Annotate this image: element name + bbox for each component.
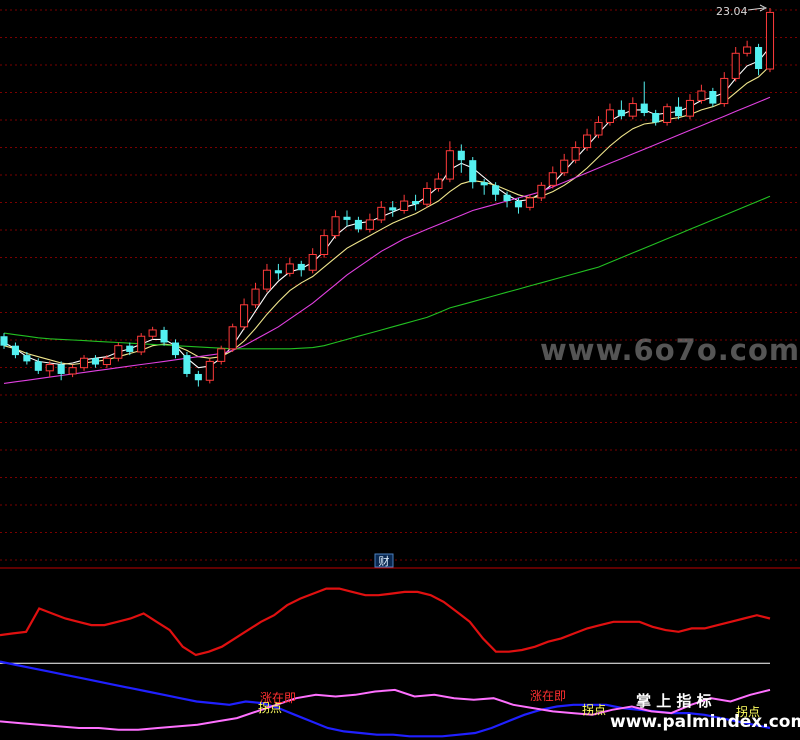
divider-badge-label: 财 bbox=[379, 554, 390, 568]
candle-body-down bbox=[389, 207, 397, 211]
candle-body-up bbox=[628, 103, 637, 117]
candle-body-down bbox=[640, 103, 648, 114]
candle-body-up bbox=[79, 357, 89, 369]
candle-body-up bbox=[685, 99, 695, 117]
candle-body-down bbox=[412, 201, 420, 205]
watermark-main: www.6o7o.com bbox=[540, 333, 800, 367]
candle-body-up bbox=[217, 348, 226, 362]
candle-body-down bbox=[343, 216, 351, 220]
candle-body-down bbox=[274, 270, 282, 274]
candle-body-up bbox=[525, 197, 534, 208]
candle-body-up bbox=[548, 172, 557, 186]
candle-body-up bbox=[240, 304, 249, 328]
ma-line bbox=[3, 195, 771, 350]
candle-body-up bbox=[102, 357, 111, 366]
indicator-label: 拐点 bbox=[258, 700, 282, 715]
candle-body-down bbox=[457, 150, 465, 161]
indicator-label: 涨在即 bbox=[530, 688, 566, 703]
candle-body-up bbox=[68, 367, 77, 375]
candle-body-down bbox=[0, 336, 8, 346]
candle-body-up bbox=[308, 253, 317, 271]
grid-lines bbox=[0, 9, 800, 561]
candle-body-down bbox=[469, 160, 477, 183]
candle-body-up bbox=[560, 159, 569, 174]
candle-body-up bbox=[285, 263, 294, 274]
candle-body-down bbox=[126, 345, 134, 352]
candle-body-up bbox=[262, 269, 271, 290]
candle-body-down bbox=[171, 342, 180, 356]
candle-body-down bbox=[23, 355, 31, 362]
candle-body-down bbox=[674, 106, 683, 117]
candle-body-up bbox=[228, 326, 237, 350]
candle-body-down bbox=[492, 185, 500, 195]
candle-body-up bbox=[731, 52, 740, 79]
candle-body-up bbox=[720, 77, 729, 105]
max-price-label: 23.04 bbox=[716, 5, 748, 18]
candle-body-down bbox=[617, 109, 625, 117]
candle-body-up bbox=[445, 150, 454, 180]
ma-line bbox=[3, 46, 771, 369]
candle-body-down bbox=[160, 329, 168, 343]
ma-line bbox=[3, 65, 771, 366]
candle-body-up bbox=[377, 206, 386, 221]
candle-body-down bbox=[652, 113, 660, 123]
watermark-brand-url: www.palmindex.com bbox=[610, 712, 800, 732]
candle-body-down bbox=[503, 194, 511, 202]
candle-body-up bbox=[537, 184, 546, 199]
candle-body-down bbox=[480, 182, 488, 186]
indicator-label: 拐点 bbox=[582, 702, 606, 717]
candle-body-down bbox=[34, 361, 42, 371]
candle-body-down bbox=[354, 219, 362, 230]
candle-body-down bbox=[755, 46, 763, 69]
candle-body-up bbox=[331, 216, 340, 237]
stock-chart: 23.04 财 www.6o7o.com 涨在即 拐点 涨在即 拐点 拐点 掌 上 指 … bbox=[0, 0, 800, 740]
candle-body-down bbox=[194, 373, 202, 381]
candle-body-up bbox=[320, 235, 329, 255]
candle-body-up bbox=[663, 106, 672, 123]
candle-body-up bbox=[137, 335, 146, 353]
candle-body-up bbox=[251, 288, 260, 306]
watermark-brand-cn: 掌 上 指 标 bbox=[636, 692, 712, 710]
indicator-red-line bbox=[0, 587, 771, 657]
candle-body-up bbox=[434, 178, 443, 189]
candle-body-up bbox=[605, 109, 614, 123]
candle-body-down bbox=[183, 355, 191, 374]
candle-body-down bbox=[91, 358, 100, 365]
chart-canvas: 23.04 财 www.6o7o.com 涨在即拐点涨在即拐点 拐点 掌 上 指 … bbox=[0, 4, 800, 738]
candle-body-down bbox=[57, 364, 65, 374]
candle-body-down bbox=[709, 91, 717, 104]
candle-body-down bbox=[514, 201, 523, 208]
candle-body-up bbox=[205, 360, 214, 381]
candle-body-down bbox=[11, 345, 19, 356]
candle-body-up bbox=[743, 46, 752, 54]
candle-body-down bbox=[297, 263, 305, 271]
candle-body-up bbox=[765, 11, 775, 70]
candle-body-up bbox=[400, 200, 409, 211]
candle-body-up bbox=[422, 187, 432, 205]
candle-body-up bbox=[594, 121, 603, 136]
candle-body-up bbox=[583, 134, 592, 149]
candle-body-up bbox=[45, 364, 54, 372]
candle-body-up bbox=[697, 90, 706, 101]
candle-body-up bbox=[114, 345, 123, 359]
candle-body-up bbox=[148, 329, 157, 337]
candle-body-up bbox=[571, 147, 580, 161]
candle-body-up bbox=[365, 219, 374, 230]
